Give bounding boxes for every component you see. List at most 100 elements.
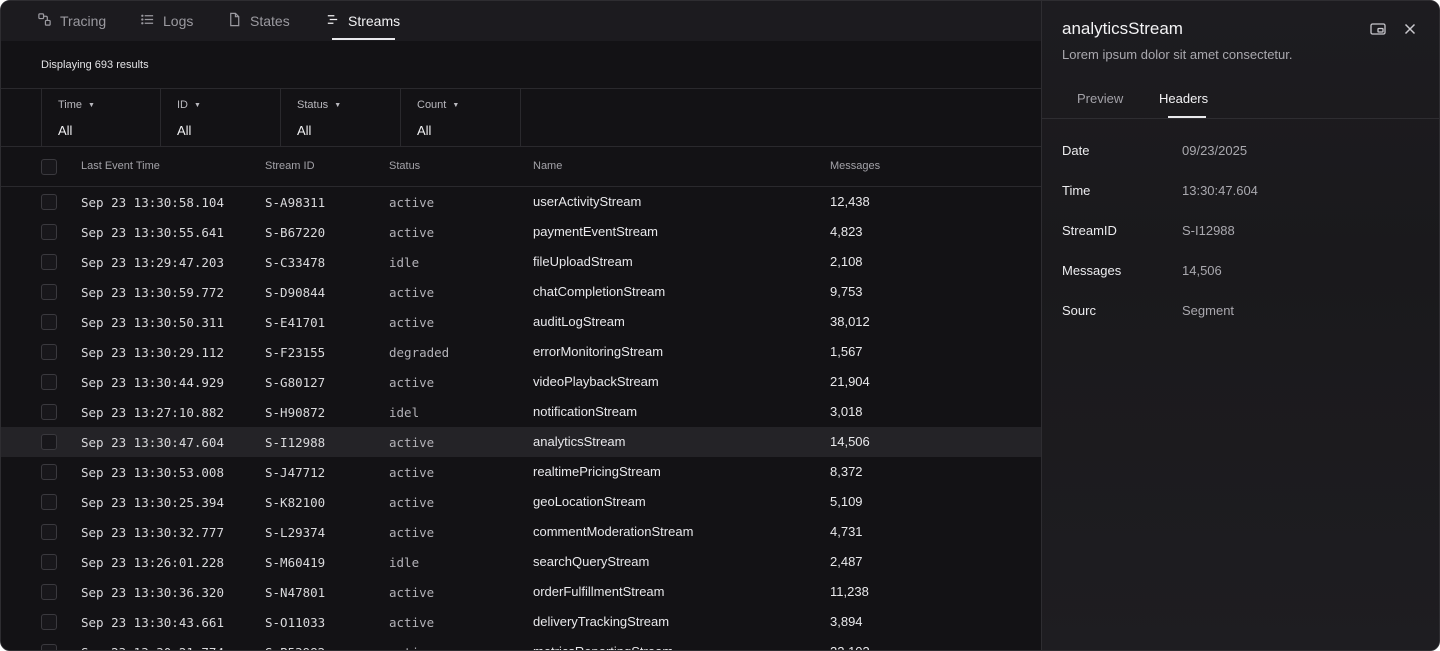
row-checkbox[interactable] — [41, 374, 57, 390]
tab-streams[interactable]: Streams — [325, 1, 400, 41]
file-icon — [227, 12, 242, 30]
filter-time[interactable]: Time ▼ All — [41, 89, 161, 147]
cell-last-event-time: Sep 23 13:30:25.394 — [81, 495, 224, 510]
streams-icon — [325, 12, 340, 30]
cell-name: auditLogStream — [533, 314, 625, 329]
filter-bar: Time ▼ All ID ▼ All Status ▼ All Count ▼ All — [1, 88, 1041, 147]
filter-count[interactable]: Count ▼ All — [401, 89, 521, 147]
cell-stream-id: S-I12988 — [265, 435, 326, 450]
cell-name: metricsReportingStream — [533, 644, 673, 650]
row-checkbox[interactable] — [41, 434, 57, 450]
row-checkbox[interactable] — [41, 464, 57, 480]
cell-messages: 38,012 — [830, 314, 870, 329]
cell-name: errorMonitoringStream — [533, 344, 664, 359]
field-date: Date 09/23/2025 — [1062, 143, 1422, 163]
cell-stream-id: S-L29374 — [265, 525, 326, 540]
cell-stream-id: S-C33478 — [265, 255, 326, 270]
cell-messages: 8,372 — [830, 464, 863, 479]
panel-tabs: Preview Headers — [1042, 81, 1439, 119]
table-row[interactable]: Sep 23 13:30:55.641 S-B67220 active payment… — [1, 217, 1041, 247]
field-key: Sourc — [1062, 303, 1096, 318]
filter-status[interactable]: Status ▼ All — [281, 89, 401, 147]
field-value: 13:30:47.604 — [1182, 183, 1258, 198]
cell-last-event-time: Sep 23 13:30:59.772 — [81, 285, 224, 300]
cell-messages: 11,238 — [830, 584, 869, 599]
cell-last-event-time: Sep 23 13:30:44.929 — [81, 375, 224, 390]
field-key: Messages — [1062, 263, 1122, 278]
row-checkbox[interactable] — [41, 344, 57, 360]
cell-status: active — [389, 375, 435, 390]
column-header-messages[interactable]: Messages — [830, 160, 880, 172]
field-value: Segment — [1182, 303, 1235, 318]
cell-messages: 4,731 — [830, 524, 863, 539]
field-key: StreamID — [1062, 223, 1117, 238]
table-row[interactable]: Sep 23 13:26:01.228 S-M60419 idle searchQue… — [1, 547, 1041, 577]
row-checkbox[interactable] — [41, 314, 57, 330]
cell-status: active — [389, 525, 435, 540]
row-checkbox[interactable] — [41, 554, 57, 570]
column-header-stream-id[interactable]: Stream ID — [265, 160, 315, 172]
row-checkbox[interactable] — [41, 254, 57, 270]
row-checkbox[interactable] — [41, 614, 57, 630]
table-row[interactable]: Sep 23 13:30:32.777 S-L29374 active comment… — [1, 517, 1041, 547]
tab-label: Tracing — [60, 13, 107, 29]
row-checkbox[interactable] — [41, 584, 57, 600]
detail-panel: analyticsStream Lorem ipsum dolor sit am… — [1041, 1, 1439, 650]
tab-logs[interactable]: Logs — [140, 1, 193, 41]
field-key: Date — [1062, 143, 1090, 158]
cell-status: active — [389, 615, 435, 630]
field-time: Time 13:30:47.604 — [1062, 183, 1422, 203]
caret-down-icon: ▼ — [88, 101, 95, 109]
cell-status: active — [389, 195, 435, 210]
row-checkbox[interactable] — [41, 404, 57, 420]
streams-main: Tracing Logs States Streams Displaying 6… — [1, 1, 1041, 650]
cell-name: realtimePricingStream — [533, 464, 661, 479]
filter-id[interactable]: ID ▼ All — [161, 89, 281, 147]
cell-name: paymentEventStream — [533, 224, 659, 239]
close-icon[interactable] — [1401, 20, 1419, 38]
tab-tracing[interactable]: Tracing — [37, 1, 106, 41]
table-row[interactable]: Sep 23 13:30:29.112 S-F23155 degraded error… — [1, 337, 1041, 367]
table-row[interactable]: Sep 23 13:30:21.774 S-P53982 active metrics… — [1, 637, 1041, 650]
table-row[interactable]: Sep 23 13:27:10.882 S-H90872 idel notificat… — [1, 397, 1041, 427]
tab-headers[interactable]: Headers — [1159, 91, 1208, 106]
table-row[interactable]: Sep 23 13:30:58.104 S-A98311 active userAct… — [1, 187, 1041, 217]
cell-messages: 9,753 — [830, 284, 863, 299]
cell-messages: 2,487 — [830, 554, 863, 569]
table-row[interactable]: Sep 23 13:30:43.661 S-O11033 active deliver… — [1, 607, 1041, 637]
cell-status: idle — [389, 555, 420, 570]
field-key: Time — [1062, 183, 1091, 198]
tab-label: Streams — [348, 13, 401, 29]
cell-status: active — [389, 225, 435, 240]
cell-stream-id: S-M60419 — [265, 555, 326, 570]
table-row[interactable]: Sep 23 13:29:47.203 S-C33478 idle fileUploa… — [1, 247, 1041, 277]
row-checkbox[interactable] — [41, 224, 57, 240]
table-row[interactable]: Sep 23 13:30:44.929 S-G80127 active videoPl… — [1, 367, 1041, 397]
row-checkbox[interactable] — [41, 194, 57, 210]
table-row[interactable]: Sep 23 13:30:36.320 S-N47801 active orderFu… — [1, 577, 1041, 607]
row-checkbox[interactable] — [41, 494, 57, 510]
row-checkbox[interactable] — [41, 644, 57, 650]
tab-states[interactable]: States — [227, 1, 290, 41]
row-checkbox[interactable] — [41, 524, 57, 540]
picture-in-picture-icon[interactable] — [1369, 20, 1387, 38]
cell-messages: 22,103 — [830, 644, 870, 650]
field-value: 14,506 — [1182, 263, 1222, 278]
column-header-status[interactable]: Status — [389, 160, 420, 172]
tab-preview[interactable]: Preview — [1077, 91, 1123, 106]
column-header-last-event-time[interactable]: Last Event Time — [81, 160, 160, 172]
tab-label: Logs — [163, 13, 194, 29]
tracing-icon — [37, 12, 52, 30]
table-row[interactable]: Sep 23 13:30:53.008 S-J47712 active realtim… — [1, 457, 1041, 487]
table-row[interactable]: Sep 23 13:30:59.772 S-D90844 active chatCom… — [1, 277, 1041, 307]
column-header-name[interactable]: Name — [533, 160, 562, 172]
table-row[interactable]: Sep 23 13:30:25.394 S-K82100 active geoLoca… — [1, 487, 1041, 517]
cell-status: idle — [389, 255, 420, 270]
table-row[interactable]: Sep 23 13:30:47.604 S-I12988 active analyti… — [1, 427, 1041, 457]
table-row[interactable]: Sep 23 13:30:50.311 S-E41701 active auditLo… — [1, 307, 1041, 337]
cell-last-event-time: Sep 23 13:30:53.008 — [81, 465, 224, 480]
row-checkbox[interactable] — [41, 284, 57, 300]
select-all-checkbox[interactable] — [41, 159, 57, 175]
active-tab-indicator — [1168, 116, 1206, 118]
cell-messages: 14,506 — [830, 434, 870, 449]
